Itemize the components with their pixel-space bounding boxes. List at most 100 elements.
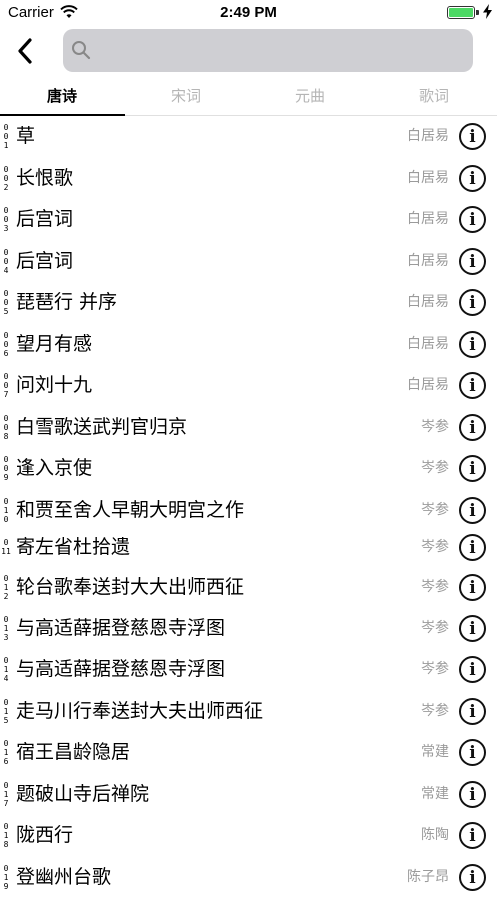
poem-index: 0 1 2 [3,573,9,601]
category-tabs: 唐诗 宋词 元曲 歌词 [0,78,497,116]
info-circle-icon[interactable]: i [459,821,486,849]
poem-index: 0 0 6 [3,330,9,358]
poem-title: 草 [16,125,36,147]
info-circle-icon[interactable]: i [459,330,486,358]
info-circle-icon[interactable]: i [459,614,486,642]
info-circle-icon[interactable]: i [459,413,486,441]
poem-title: 和贾至舍人早朝大明宫之作 [16,499,245,521]
poem-title: 宿王昌龄隐居 [16,741,131,763]
poem-author: 岑参 [421,620,449,636]
poem-index: 0 1 0 [3,496,9,524]
back-button[interactable] [8,30,42,72]
poem-title: 登幽州台歌 [16,866,112,888]
poem-index: 0 1 5 [3,697,9,725]
info-circle-icon[interactable]: i [459,205,486,233]
poem-author: 岑参 [421,579,449,595]
info-circle-icon[interactable]: i [459,122,486,150]
poem-index: 0 1 3 [3,614,9,642]
poem-title: 问刘十九 [16,374,93,396]
poem-author: 白居易 [407,128,449,144]
search-icon [71,40,91,64]
poem-list-item[interactable]: 0 11 寄左省杜拾遗 岑参 i [0,530,497,564]
poem-title: 后宫词 [16,208,74,230]
poem-title: 与高适薛据登慈恩寺浮图 [16,658,226,680]
poem-title: 与高适薛据登慈恩寺浮图 [16,617,226,639]
poem-index: 0 0 1 [3,122,9,150]
info-circle-icon[interactable]: i [459,697,486,725]
poem-author: 白居易 [407,170,449,186]
poem-list-item[interactable]: 0 1 7 题破山寺后禅院 常建 i [0,774,497,814]
poem-list-item[interactable]: 0 0 2 长恨歌 白居易 i [0,158,497,198]
poem-index: 0 1 4 [3,655,9,683]
poem-title: 望月有感 [16,333,93,355]
poem-index: 0 1 6 [3,738,9,766]
info-circle-icon[interactable]: i [459,164,486,192]
navigation-bar [0,26,497,78]
poem-list-item[interactable]: 0 0 6 望月有感 白居易 i [0,324,497,364]
poem-title: 后宫词 [16,250,74,272]
info-circle-icon[interactable]: i [459,533,486,561]
info-circle-icon[interactable]: i [459,863,486,891]
poem-title: 长恨歌 [16,167,74,189]
tab-song-ci[interactable]: 宋词 [124,78,248,115]
poem-list-item[interactable]: 0 1 8 陇西行 陈陶 i [0,815,497,855]
poem-author: 常建 [421,744,449,760]
poem-author: 岑参 [421,661,449,677]
info-circle-icon[interactable]: i [459,738,486,766]
info-circle-icon[interactable]: i [459,247,486,275]
poem-author: 陈陶 [421,827,449,843]
info-circle-icon[interactable]: i [459,496,486,524]
info-circle-icon[interactable]: i [459,573,486,601]
poem-title: 白雪歌送武判官归京 [16,416,188,438]
poem-author: 岑参 [421,539,449,555]
poem-index: 0 0 4 [3,247,9,275]
poem-list-item[interactable]: 0 1 3 与高适薛据登慈恩寺浮图 岑参 i [0,608,497,648]
poem-index: 0 0 8 [3,413,9,441]
info-circle-icon[interactable]: i [459,288,486,316]
poem-index: 0 11 [1,538,11,556]
poem-list-item[interactable]: 0 0 7 问刘十九 白居易 i [0,365,497,405]
poem-index: 0 1 7 [3,780,9,808]
poem-list-item[interactable]: 0 0 9 逢入京使 岑参 i [0,448,497,488]
poem-list-item[interactable]: 0 1 5 走马川行奉送封大夫出师西征 岑参 i [0,691,497,731]
poem-index: 0 1 9 [3,863,9,891]
poem-author: 白居易 [407,294,449,310]
search-bar[interactable] [63,29,473,74]
info-circle-icon[interactable]: i [459,454,486,482]
tab-yuan-qu[interactable]: 元曲 [248,78,372,115]
poem-title: 寄左省杜拾遗 [16,536,131,558]
chevron-left-icon [18,38,32,64]
poem-index: 0 0 7 [3,371,9,399]
poem-index: 0 0 3 [3,205,9,233]
poem-title: 琵琶行 并序 [16,291,118,313]
poem-index: 0 0 9 [3,454,9,482]
poem-list-item[interactable]: 0 0 4 后宫词 白居易 i [0,241,497,281]
info-circle-icon[interactable]: i [459,371,486,399]
poem-author: 陈子昂 [407,869,449,885]
poem-author: 岑参 [421,502,449,518]
poem-list-item[interactable]: 0 1 9 登幽州台歌 陈子昂 i [0,857,497,897]
poem-list-item[interactable]: 0 0 5 琵琶行 并序 白居易 i [0,282,497,322]
poem-author: 常建 [421,786,449,802]
poem-list-item[interactable]: 0 1 0 和贾至舍人早朝大明宫之作 岑参 i [0,490,497,530]
poem-title: 轮台歌奉送封大大出师西征 [16,576,245,598]
info-circle-icon[interactable]: i [459,780,486,808]
poem-title: 陇西行 [16,824,74,846]
battery-tip [476,10,479,15]
charging-bolt-icon [483,4,492,23]
poem-list-item[interactable]: 0 0 3 后宫词 白居易 i [0,199,497,239]
search-input[interactable] [99,29,463,74]
poem-list-item[interactable]: 0 0 1 草 白居易 i [0,116,497,156]
tab-tang-poems[interactable]: 唐诗 [0,78,124,115]
poem-title: 走马川行奉送封大夫出师西征 [16,700,264,722]
poem-list-item[interactable]: 0 0 8 白雪歌送武判官归京 岑参 i [0,407,497,447]
info-circle-icon[interactable]: i [459,655,486,683]
poem-list-item[interactable]: 0 1 6 宿王昌龄隐居 常建 i [0,732,497,772]
poem-list-item[interactable]: 0 1 2 轮台歌奉送封大大出师西征 岑参 i [0,567,497,607]
status-bar: Carrier 2:49 PM [0,0,497,26]
battery-icon [447,6,475,19]
poem-list-item[interactable]: 0 1 4 与高适薛据登慈恩寺浮图 岑参 i [0,649,497,689]
poem-title: 逢入京使 [16,457,93,479]
tab-lyrics[interactable]: 歌词 [372,78,496,115]
poem-author: 岑参 [421,703,449,719]
